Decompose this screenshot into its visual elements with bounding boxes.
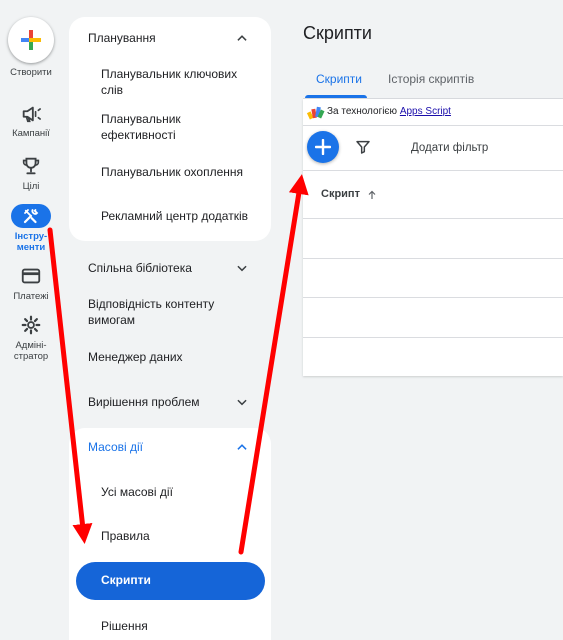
rail-item-goals[interactable]: Цілі — [0, 181, 62, 192]
rail-item-tools[interactable] — [11, 204, 51, 228]
rail-item-billing[interactable]: Платежі — [0, 291, 62, 302]
nav-item-keyword-planner[interactable]: Планувальник ключових слів — [101, 66, 251, 98]
nav-section-bulk-actions[interactable]: Масові дії — [88, 439, 258, 455]
rail-item-tools-label-1: Інстру- — [14, 231, 48, 242]
tools-icon — [23, 209, 39, 224]
chevron-down-icon[interactable] — [235, 395, 249, 409]
rail-item-admin-label-2[interactable]: стратор — [0, 351, 62, 362]
nav-item-content-suitability[interactable]: Відповідність контенту вимогам — [88, 296, 238, 328]
rail-item-campaigns[interactable]: Кампанії — [0, 128, 62, 139]
column-header-script[interactable]: Скрипт — [321, 188, 360, 200]
chevron-up-icon[interactable] — [235, 440, 249, 454]
apps-script-icon — [307, 106, 325, 120]
left-rail: Створити Кампанії Цілі Інстру- менти Пла… — [0, 0, 62, 640]
table-row — [303, 297, 563, 298]
divider — [303, 125, 563, 126]
powered-by-label: За технологією — [327, 106, 398, 117]
table-row — [303, 218, 563, 219]
table-row — [303, 337, 563, 338]
trophy-icon[interactable] — [20, 155, 42, 177]
nav-item-all-bulk-actions[interactable]: Усі масові дії — [101, 484, 251, 500]
nav-item-app-advertising-hub[interactable]: Рекламний центр додатків — [101, 208, 251, 224]
gear-icon[interactable] — [20, 314, 42, 336]
main-content: Скрипти Скрипти Історія скриптів За техн… — [283, 0, 563, 640]
nav-section-troubleshooting[interactable]: Вирішення проблем — [88, 394, 258, 410]
table-row — [303, 258, 563, 259]
nav-item-solutions[interactable]: Рішення — [101, 618, 251, 634]
tools-menu: Планування Планувальник ключових слів Пл… — [69, 0, 271, 640]
rail-item-admin-label-1[interactable]: Адміні- — [0, 340, 62, 351]
megaphone-icon[interactable] — [20, 103, 42, 125]
powered-by-text: За технологією Apps Script — [327, 106, 451, 117]
tab-scripts[interactable]: Скрипти — [316, 72, 362, 86]
nav-item-scripts-label: Скрипти — [101, 573, 151, 587]
nav-item-performance-planner[interactable]: Планувальник ефективності — [101, 111, 251, 143]
tab-script-history[interactable]: Історія скриптів — [388, 72, 474, 86]
chevron-down-icon[interactable] — [235, 261, 249, 275]
add-filter-button[interactable]: Додати фільтр — [411, 142, 488, 154]
add-script-button[interactable] — [307, 131, 339, 163]
nav-section-shared-library[interactable]: Спільна бібліотека — [88, 260, 258, 276]
arrow-up-sort-icon[interactable] — [366, 189, 378, 201]
nav-item-rules[interactable]: Правила — [101, 528, 251, 544]
nav-item-scripts-selected[interactable]: Скрипти — [76, 562, 265, 600]
rail-item-tools-label-2: менти — [16, 242, 46, 253]
create-label: Створити — [10, 67, 52, 78]
page-title: Скрипти — [303, 23, 372, 43]
divider — [303, 170, 563, 171]
apps-script-link[interactable]: Apps Script — [400, 106, 451, 117]
scripts-table-panel: За технологією Apps Script Додати фільтр… — [303, 99, 563, 376]
plus-icon — [315, 139, 331, 155]
credit-card-icon[interactable] — [20, 265, 42, 287]
filter-icon[interactable] — [355, 139, 371, 155]
create-button[interactable] — [8, 17, 54, 63]
nav-item-reach-planner[interactable]: Планувальник охоплення — [101, 164, 251, 180]
nav-item-data-manager[interactable]: Менеджер даних — [88, 349, 258, 365]
chevron-up-icon[interactable] — [235, 31, 249, 45]
nav-section-planning[interactable]: Планування — [88, 30, 258, 46]
